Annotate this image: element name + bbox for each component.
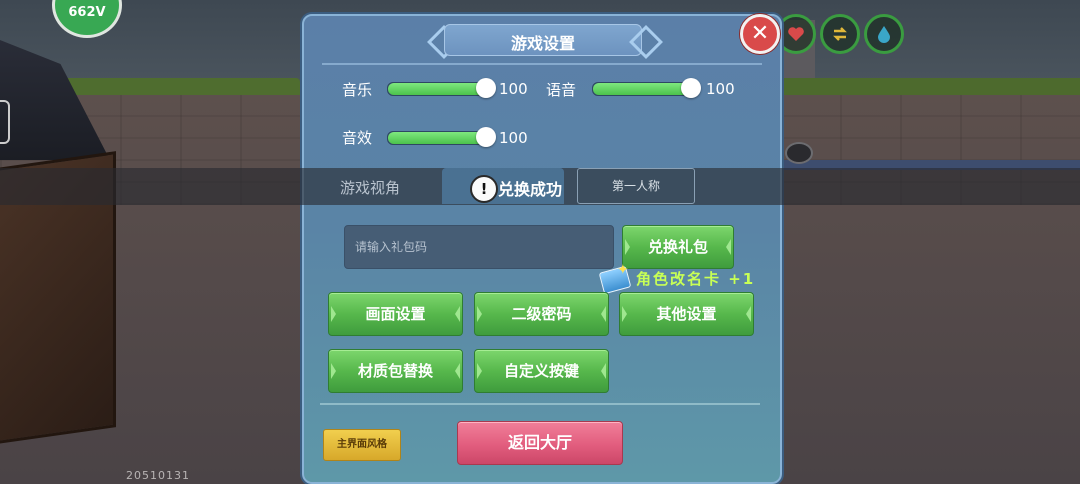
- button-edge-icon: [455, 363, 460, 379]
- first-person-button[interactable]: 第一人称: [577, 168, 695, 204]
- button-edge-icon: [477, 306, 482, 322]
- graphics-settings-button[interactable]: 画面设置: [328, 292, 463, 336]
- sfx-label: 音效: [342, 129, 373, 147]
- main-ui-style-button[interactable]: 主界面风格: [323, 429, 401, 461]
- texture-pack-button[interactable]: 材质包替换: [328, 349, 463, 393]
- sfx-slider-knob[interactable]: [476, 127, 496, 147]
- water-drop-icon[interactable]: [864, 14, 904, 54]
- other-settings-label: 其他设置: [656, 305, 717, 323]
- button-edge-icon: [331, 306, 336, 322]
- custom-keys-button[interactable]: 自定义按键: [474, 349, 609, 393]
- voice-slider[interactable]: [592, 78, 701, 98]
- alert-icon: !: [470, 175, 498, 203]
- button-edge-icon: [622, 306, 627, 322]
- button-edge-icon: [726, 239, 731, 255]
- title-bar: 游戏设置: [444, 24, 642, 56]
- view-label: 游戏视角: [340, 179, 401, 197]
- eye-icon[interactable]: [785, 142, 813, 164]
- button-edge-icon: [331, 363, 336, 379]
- sfx-slider-fill: [388, 132, 488, 144]
- second-password-button[interactable]: 二级密码: [474, 292, 609, 336]
- music-slider[interactable]: [387, 78, 496, 98]
- sparkle-icon: ✦: [617, 262, 629, 278]
- music-slider-fill: [388, 83, 488, 95]
- button-edge-icon: [625, 239, 630, 255]
- graphics-settings-label: 画面设置: [365, 305, 426, 323]
- second-password-label: 二级密码: [511, 305, 572, 323]
- music-label: 音乐: [342, 81, 373, 99]
- footer-divider: [320, 403, 760, 405]
- voice-slider-knob[interactable]: [681, 78, 701, 98]
- avatar-text: 662V: [68, 5, 106, 20]
- button-edge-icon: [477, 363, 482, 379]
- button-edge-icon: [601, 306, 606, 322]
- sfx-slider[interactable]: [387, 127, 496, 147]
- button-edge-icon: [455, 306, 460, 322]
- title-divider: [322, 63, 762, 65]
- return-lobby-button[interactable]: 返回大厅: [457, 421, 623, 465]
- texture-pack-label: 材质包替换: [357, 362, 433, 380]
- dialog-title: 游戏设置: [510, 34, 575, 53]
- music-slider-knob[interactable]: [476, 78, 496, 98]
- music-value: 100: [499, 80, 528, 98]
- close-icon: ✕: [750, 21, 770, 46]
- button-edge-icon: [601, 363, 606, 379]
- redeem-gift-label: 兑换礼包: [647, 238, 708, 256]
- sfx-value: 100: [499, 129, 528, 147]
- swap-icon[interactable]: [820, 14, 860, 54]
- build-number: 20510131: [126, 469, 190, 482]
- side-handle-icon[interactable]: [0, 100, 10, 144]
- heart-icon[interactable]: [776, 14, 816, 54]
- custom-keys-label: 自定义按键: [503, 362, 579, 380]
- reward-text: 角色改名卡 +1: [636, 270, 756, 288]
- redeem-gift-button[interactable]: 兑换礼包: [622, 225, 734, 269]
- button-edge-icon: [746, 306, 751, 322]
- toast-message: 兑换成功: [498, 180, 563, 199]
- close-button[interactable]: ✕: [740, 14, 780, 54]
- voice-value: 100: [706, 80, 735, 98]
- voice-label: 语音: [546, 81, 577, 99]
- other-settings-button[interactable]: 其他设置: [619, 292, 754, 336]
- gift-code-input[interactable]: [344, 225, 614, 269]
- voice-slider-fill: [593, 83, 693, 95]
